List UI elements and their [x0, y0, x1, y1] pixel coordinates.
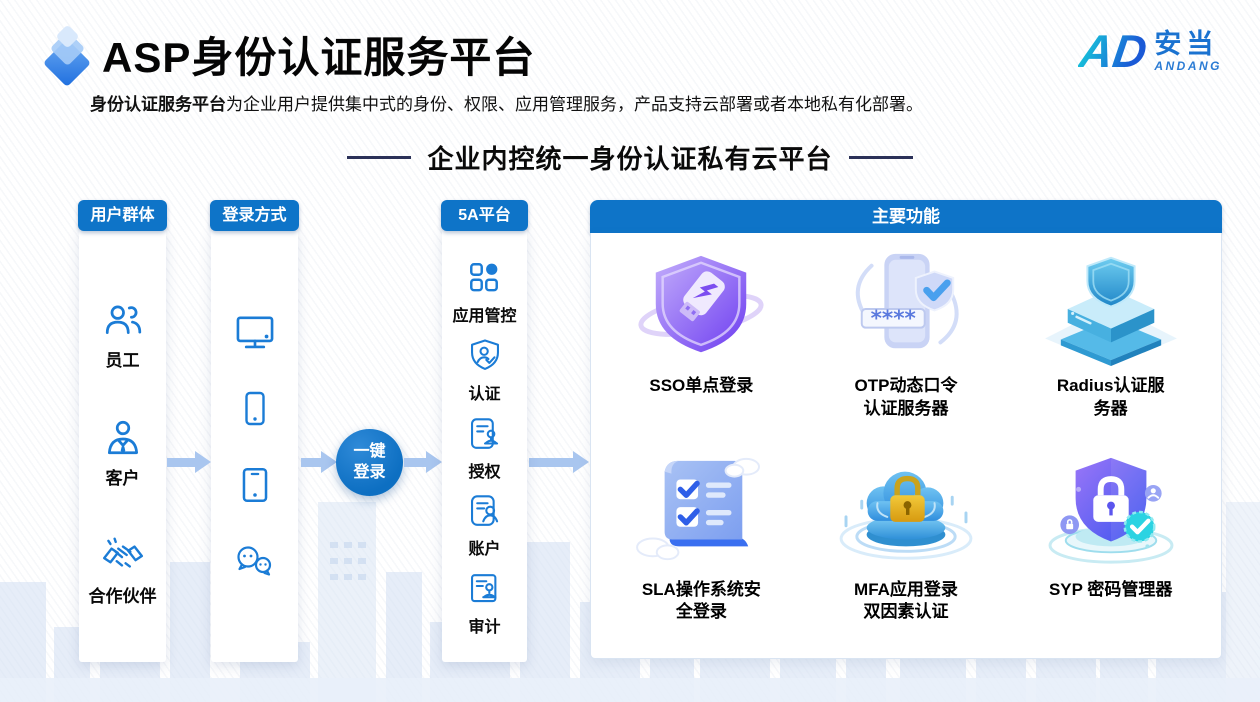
wechat-icon: [233, 542, 277, 582]
platform-5a-item: 应用管控: [452, 257, 516, 326]
feature-label: Radius认证服 务器: [1057, 375, 1165, 421]
smartphone-icon: [235, 389, 275, 429]
platform-5a-item: 授权: [466, 415, 504, 482]
user-group-label: 员工: [106, 346, 140, 371]
feature-otp: **** OTP动态口令 认证服务器: [804, 241, 1009, 445]
platform-5a-label: 授权: [468, 458, 500, 482]
feature-sso: SSO单点登录: [599, 241, 804, 445]
doc-user-icon: [466, 492, 504, 530]
main-functions-panel: 主要功能: [590, 200, 1222, 659]
shield-user-icon: [466, 337, 504, 375]
one-click-login-badge: 一键 登录: [336, 429, 403, 496]
platform-5a-item: 认证: [466, 337, 504, 404]
app-grid-icon: [464, 257, 504, 297]
layered-diamond-icon: [42, 26, 98, 84]
customer-icon: [102, 417, 144, 459]
platform-5a-header: 5A平台: [441, 200, 528, 231]
heading-line-right: [849, 156, 913, 159]
cloud-lock-illustration: [832, 452, 980, 570]
feature-mfa: MFA应用登录 双因素认证: [804, 445, 1009, 649]
doc-stamp-icon: [466, 415, 504, 453]
tablet-icon: [234, 464, 276, 506]
feature-label: OTP动态口令 认证服务器: [855, 375, 958, 421]
flow-arrow: [301, 451, 337, 473]
feature-syp: SYP 密码管理器: [1008, 445, 1213, 649]
login-methods-column: 登录方式: [210, 200, 299, 662]
platform-5a-body: 应用管控 认证: [442, 229, 527, 662]
andang-brand-logo: AD 安当 ANDANG: [1080, 28, 1222, 74]
login-methods-header: 登录方式: [210, 200, 299, 231]
feature-label: MFA应用登录 双因素认证: [854, 579, 958, 625]
section-heading-text: 企业内控统一身份认证私有云平台: [427, 139, 832, 176]
checklist-cloud-illustration: [627, 452, 775, 570]
user-groups-column: 用户群体 员工: [78, 200, 167, 662]
page-subtitle: 身份认证服务平台为企业用户提供集中式的身份、权限、应用管理服务，产品支持云部署或…: [90, 90, 923, 115]
page-title: ASP身份认证服务平台: [102, 24, 535, 85]
andang-monogram-icon: AD: [1077, 28, 1150, 74]
feature-radius: Radius认证服 务器: [1008, 241, 1213, 445]
section-heading: 企业内控统一身份认证私有云平台: [0, 139, 1260, 176]
flow-arrow: [529, 451, 589, 473]
subtitle-rest: 为企业用户提供集中式的身份、权限、应用管理服务，产品支持云部署或者本地私有化部署…: [226, 95, 923, 114]
handshake-icon: [100, 535, 146, 577]
platform-5a-label: 审计: [468, 613, 500, 637]
user-groups-body: 员工 客户: [79, 229, 166, 662]
platform-5a-item: 账户: [466, 492, 504, 559]
flow-arrow: [404, 451, 442, 473]
feature-label: SYP 密码管理器: [1049, 579, 1172, 602]
shield-lock-badge-illustration: [1037, 452, 1185, 570]
user-groups-header: 用户群体: [78, 200, 167, 231]
feature-label: SSO单点登录: [649, 375, 753, 398]
user-group-item: 客户: [102, 417, 144, 489]
feature-sla: SLA操作系统安 全登录: [599, 445, 804, 649]
feature-label: SLA操作系统安 全登录: [642, 579, 761, 625]
flow-arrow: [167, 451, 211, 473]
team-icon: [102, 299, 144, 341]
main-functions-header: 主要功能: [590, 200, 1222, 233]
identity-platform-infographic: ASP身份认证服务平台 AD 安当 ANDANG 身份认证服务平台为企业用户提供…: [0, 0, 1260, 702]
doc-audit-icon: [466, 570, 504, 608]
platform-5a-item: 审计: [466, 570, 504, 637]
platform-5a-label: 应用管控: [452, 302, 516, 326]
brand-name-cn: 安当: [1154, 31, 1218, 58]
user-group-item: 员工: [102, 299, 144, 371]
brand-name-en: ANDANG: [1154, 60, 1222, 72]
user-group-label: 合作伙伴: [89, 582, 157, 607]
platform-5a-column: 5A平台 应用管控: [441, 200, 528, 662]
heading-line-left: [347, 156, 411, 159]
platform-5a-label: 账户: [468, 535, 500, 559]
main-functions-body: SSO单点登录: [590, 233, 1222, 659]
user-group-label: 客户: [106, 464, 140, 489]
subtitle-bold: 身份认证服务平台: [90, 95, 226, 114]
platform-5a-label: 认证: [468, 380, 500, 404]
phone-otp-illustration: ****: [832, 248, 980, 366]
server-shield-illustration: [1037, 248, 1185, 366]
user-group-item: 合作伙伴: [89, 535, 157, 607]
desktop-icon: [233, 309, 277, 353]
purple-shield-usb-illustration: [627, 248, 775, 366]
svg-text:****: ****: [871, 307, 916, 332]
login-methods-body: [211, 229, 298, 662]
